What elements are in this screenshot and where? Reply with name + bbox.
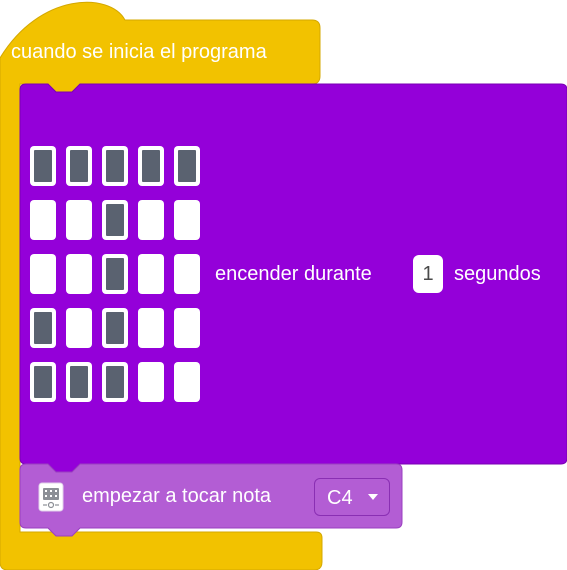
led-cell[interactable] — [138, 146, 164, 186]
led-cell[interactable] — [138, 308, 164, 348]
show-duration-label: encender durante — [215, 263, 372, 285]
led-cell[interactable] — [174, 362, 200, 402]
led-cell[interactable] — [102, 200, 128, 240]
led-cell[interactable] — [174, 146, 200, 186]
led-cell[interactable] — [174, 308, 200, 348]
led-cell[interactable] — [30, 200, 56, 240]
led-cell[interactable] — [66, 146, 92, 186]
on-start-label: cuando se inicia el programa — [11, 41, 267, 63]
led-cell[interactable] — [102, 146, 128, 186]
led-cell[interactable] — [66, 308, 92, 348]
led-cell[interactable] — [30, 362, 56, 402]
seconds-label: segundos — [454, 263, 541, 285]
play-note-label: empezar a tocar nota — [82, 485, 271, 507]
led-grid[interactable] — [30, 146, 210, 404]
microbit-icon — [38, 482, 64, 512]
note-dropdown[interactable]: C4 — [314, 478, 390, 516]
chevron-down-icon — [368, 494, 378, 500]
led-cell[interactable] — [138, 254, 164, 294]
led-cell[interactable] — [66, 200, 92, 240]
led-cell[interactable] — [66, 254, 92, 294]
duration-input[interactable]: 1 — [413, 255, 443, 293]
led-cell[interactable] — [30, 308, 56, 348]
led-cell[interactable] — [102, 254, 128, 294]
note-value: C4 — [327, 487, 353, 509]
led-cell[interactable] — [138, 200, 164, 240]
led-cell[interactable] — [102, 362, 128, 402]
led-cell[interactable] — [138, 362, 164, 402]
led-cell[interactable] — [174, 254, 200, 294]
led-cell[interactable] — [174, 200, 200, 240]
led-cell[interactable] — [30, 254, 56, 294]
led-cell[interactable] — [102, 308, 128, 348]
led-cell[interactable] — [66, 362, 92, 402]
led-cell[interactable] — [30, 146, 56, 186]
